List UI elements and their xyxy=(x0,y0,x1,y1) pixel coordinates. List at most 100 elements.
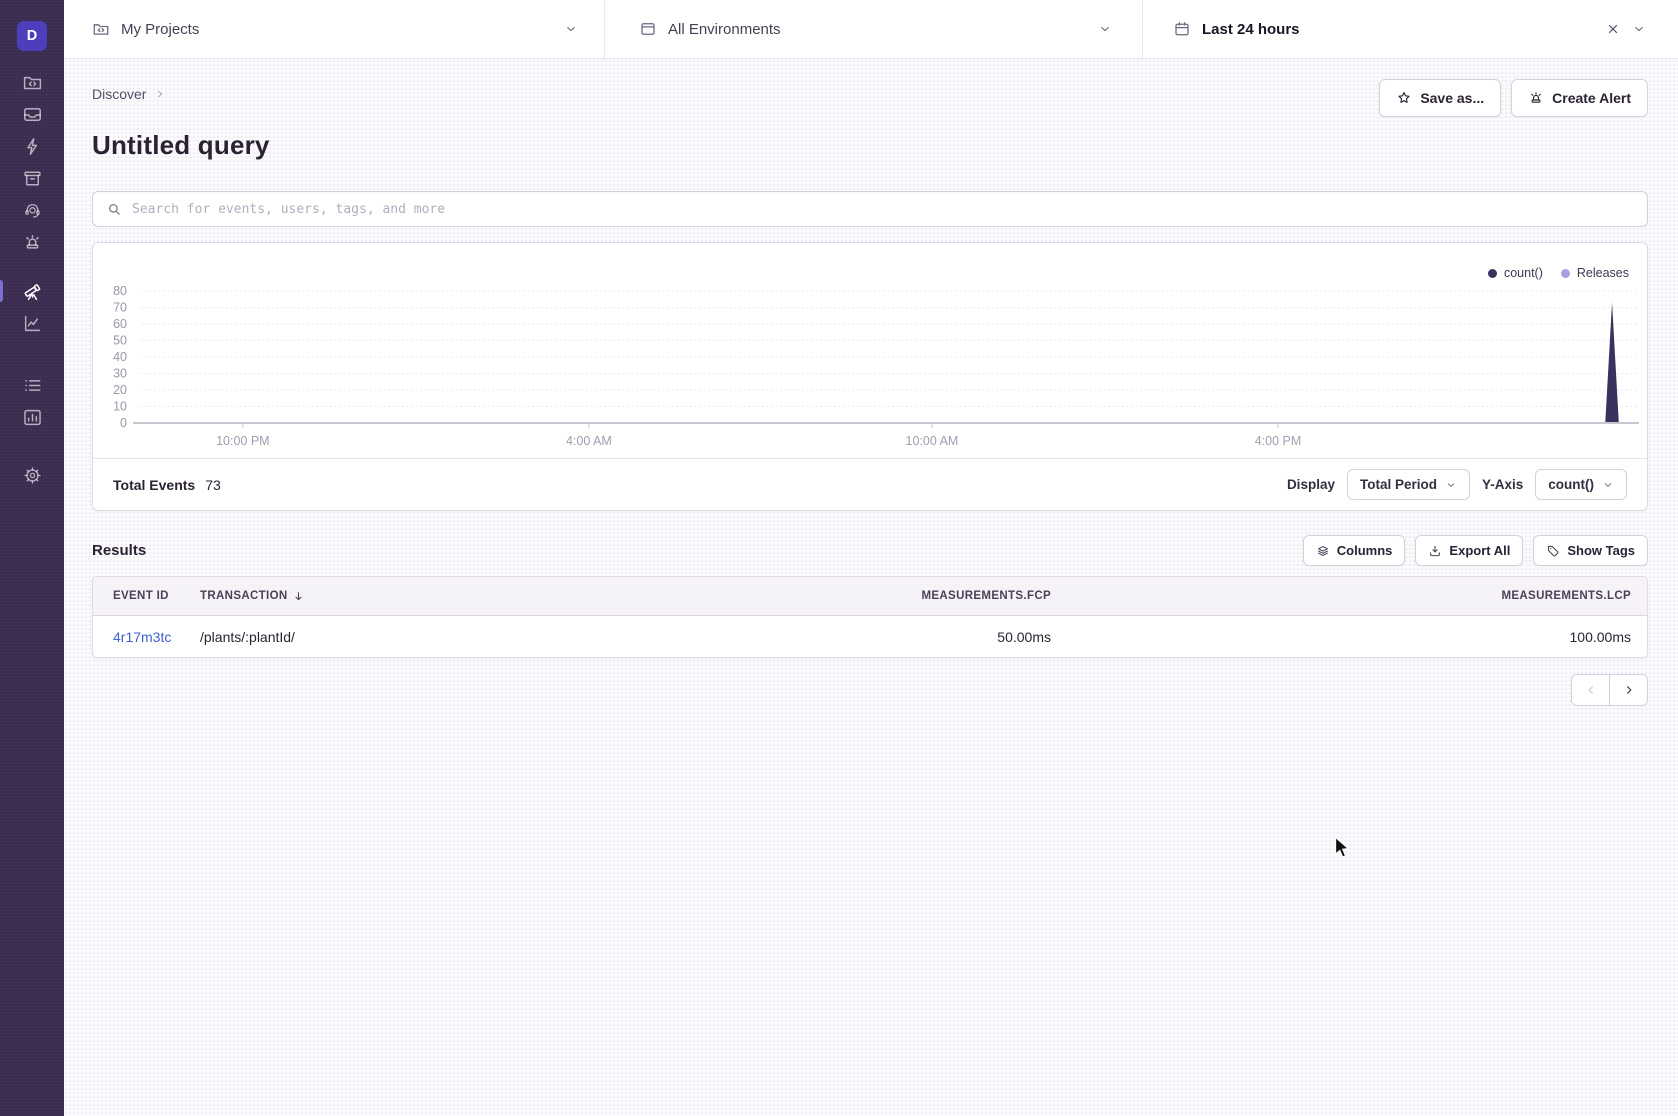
siren-icon xyxy=(1528,90,1544,106)
show-tags-button[interactable]: Show Tags xyxy=(1533,535,1648,566)
save-as-label: Save as... xyxy=(1420,90,1484,106)
results-table: EVENT ID TRANSACTION MEASUREMENTS.FCP MEASU… xyxy=(92,576,1648,658)
svg-text:40: 40 xyxy=(113,350,127,364)
cell-measurements-fcp: 50.00ms xyxy=(666,629,1067,645)
event-id-link[interactable]: 4r17m3tc xyxy=(113,629,171,645)
events-chart-panel: count()Releases 0102030405060708010:00 P… xyxy=(92,242,1648,511)
sidebar-item-issues[interactable] xyxy=(0,98,64,130)
close-icon[interactable] xyxy=(1606,22,1620,36)
svg-text:50: 50 xyxy=(113,334,127,348)
column-header-label: MEASUREMENTS.FCP xyxy=(921,590,1051,602)
svg-text:30: 30 xyxy=(113,367,127,381)
svg-text:10:00 PM: 10:00 PM xyxy=(216,434,270,448)
projects-icon xyxy=(92,20,110,38)
sidebar-item-discover[interactable] xyxy=(0,275,64,307)
chevron-down-icon[interactable] xyxy=(1632,22,1646,36)
monitors-icon xyxy=(22,375,43,396)
sidebar-item-performance[interactable] xyxy=(0,130,64,162)
table-row: 4r17m3tc/plants/:plantId/50.00ms100.00ms xyxy=(93,616,1647,657)
column-header-measurements-lcp[interactable]: MEASUREMENTS.LCP xyxy=(1067,590,1647,602)
download-icon xyxy=(1428,544,1442,558)
search-icon xyxy=(106,201,122,217)
column-header-label: MEASUREMENTS.LCP xyxy=(1501,590,1631,602)
column-header-transaction[interactable]: TRANSACTION xyxy=(186,590,666,603)
results-heading: Results xyxy=(92,542,146,559)
column-header-event-id[interactable]: EVENT ID xyxy=(93,590,186,602)
create-alert-button[interactable]: Create Alert xyxy=(1511,79,1648,117)
search-bar xyxy=(92,191,1648,227)
calendar-icon xyxy=(1173,20,1191,38)
sidebar-item-user-feedback[interactable] xyxy=(0,194,64,226)
export-all-button[interactable]: Export All xyxy=(1415,535,1523,566)
projects-icon xyxy=(22,72,43,93)
y-axis-dropdown[interactable]: count() xyxy=(1535,469,1627,500)
display-dropdown-value: Total Period xyxy=(1360,477,1437,492)
total-events-value: 73 xyxy=(205,477,221,493)
chevron-down-icon[interactable] xyxy=(1098,22,1112,36)
discover-icon xyxy=(22,281,43,302)
y-axis-label: Y-Axis xyxy=(1482,477,1523,492)
chevron-left-icon xyxy=(1584,683,1598,697)
search-input[interactable] xyxy=(132,202,1634,217)
stats-icon xyxy=(22,407,43,428)
svg-text:4:00 AM: 4:00 AM xyxy=(566,434,612,448)
star-icon xyxy=(1396,90,1412,106)
svg-text:0: 0 xyxy=(120,416,127,430)
releases-icon xyxy=(22,168,43,189)
chevron-right-icon xyxy=(154,88,166,100)
display-dropdown[interactable]: Total Period xyxy=(1347,469,1470,500)
save-as-button[interactable]: Save as... xyxy=(1379,79,1501,117)
environment-selector[interactable]: All Environments xyxy=(605,0,1143,58)
cell-event-id[interactable]: 4r17m3tc xyxy=(93,629,186,645)
y-axis-dropdown-value: count() xyxy=(1548,477,1594,492)
display-label: Display xyxy=(1287,477,1335,492)
avatar[interactable]: D xyxy=(17,21,47,51)
sidebar-nav xyxy=(0,51,64,491)
main-content: Discover Save as... Create Alert Untitle… xyxy=(64,59,1678,1116)
svg-text:10: 10 xyxy=(113,400,127,414)
svg-text:4:00 PM: 4:00 PM xyxy=(1255,434,1302,448)
chevron-down-icon xyxy=(1602,479,1614,491)
columns-label: Columns xyxy=(1337,543,1393,558)
sidebar-item-monitors[interactable] xyxy=(0,369,64,401)
events-chart: count()Releases 0102030405060708010:00 P… xyxy=(93,243,1647,458)
cell-transaction: /plants/:plantId/ xyxy=(186,629,666,645)
column-header-measurements-fcp[interactable]: MEASUREMENTS.FCP xyxy=(666,590,1067,602)
results-table-header: EVENT ID TRANSACTION MEASUREMENTS.FCP MEASU… xyxy=(93,577,1647,616)
tag-icon xyxy=(1546,544,1560,558)
svg-text:80: 80 xyxy=(113,284,127,298)
column-header-label: EVENT ID xyxy=(113,590,169,602)
breadcrumb: Discover xyxy=(92,86,166,102)
settings-icon xyxy=(22,465,43,486)
next-page-button[interactable] xyxy=(1609,674,1648,706)
sidebar-item-stats[interactable] xyxy=(0,401,64,433)
page-title: Untitled query xyxy=(92,130,1648,161)
app-sidebar: D xyxy=(0,0,64,1116)
window-icon xyxy=(639,20,657,38)
results-table-body: 4r17m3tc/plants/:plantId/50.00ms100.00ms xyxy=(93,616,1647,657)
svg-text:60: 60 xyxy=(113,317,127,331)
sidebar-item-settings[interactable] xyxy=(0,459,64,491)
previous-page-button[interactable] xyxy=(1571,674,1610,706)
date-range-label: Last 24 hours xyxy=(1202,21,1300,38)
top-filter-bar: My Projects All Environments Last 24 hou… xyxy=(64,0,1678,59)
breadcrumb-discover-link[interactable]: Discover xyxy=(92,86,146,102)
project-selector[interactable]: My Projects xyxy=(64,0,605,58)
chevron-down-icon[interactable] xyxy=(564,22,578,36)
svg-text:70: 70 xyxy=(113,301,127,315)
issues-icon xyxy=(22,104,43,125)
date-range-selector[interactable]: Last 24 hours xyxy=(1143,0,1678,58)
sidebar-item-alerts[interactable] xyxy=(0,226,64,258)
environment-selector-label: All Environments xyxy=(668,21,781,38)
dashboards-icon xyxy=(22,313,43,334)
chart-footer: Total Events 73 Display Total Period Y-A… xyxy=(93,458,1647,510)
svg-text:10:00 AM: 10:00 AM xyxy=(906,434,959,448)
sidebar-item-releases[interactable] xyxy=(0,162,64,194)
column-header-label: TRANSACTION xyxy=(200,590,288,602)
columns-button[interactable]: Columns xyxy=(1303,535,1406,566)
sidebar-item-dashboards[interactable] xyxy=(0,307,64,339)
alerts-icon xyxy=(22,232,43,253)
user-feedback-icon xyxy=(22,200,43,221)
sidebar-item-projects[interactable] xyxy=(0,66,64,98)
project-selector-label: My Projects xyxy=(121,21,199,38)
